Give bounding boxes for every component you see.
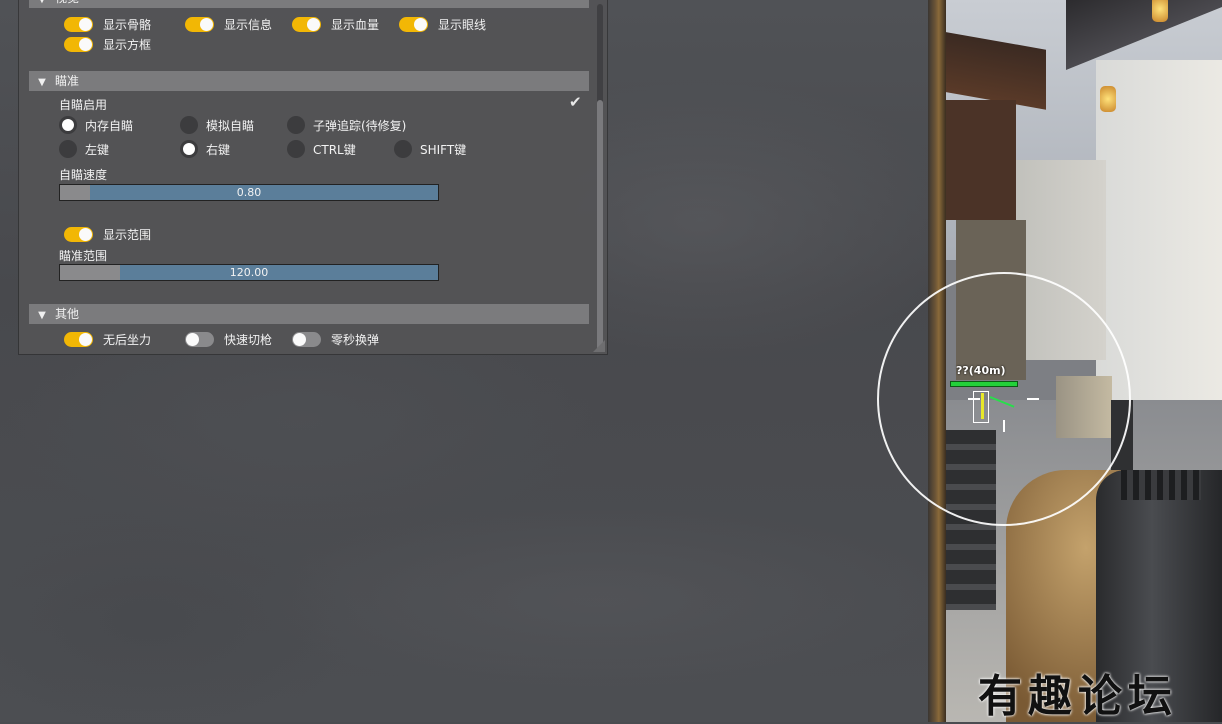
scrollbar[interactable] <box>597 4 603 350</box>
section-header-other[interactable]: ▼ 其他 <box>29 304 589 324</box>
auto-aim-label: 自瞄启用 <box>59 98 108 112</box>
toggle-switch[interactable] <box>292 16 321 32</box>
enemy-skeleton <box>981 393 984 419</box>
slider-fill <box>60 265 121 280</box>
radio-memory-aim[interactable]: 内存自瞄 <box>59 115 133 135</box>
scene-eaves-left <box>946 100 1016 220</box>
enemy-health-bar <box>950 381 1018 387</box>
toggle-switch[interactable] <box>64 36 93 52</box>
checkmark-icon[interactable]: ✔ <box>569 93 582 111</box>
radio-button[interactable] <box>287 116 305 134</box>
aim-range-value: 120.00 <box>229 266 269 279</box>
toggle-fast-switch[interactable]: 快速切枪 <box>185 329 272 349</box>
section-header-aim[interactable]: ▼ 瞄准 <box>29 71 589 91</box>
toggle-switch[interactable] <box>292 331 321 347</box>
resize-grip[interactable] <box>593 340 605 352</box>
radio-key-ctrl[interactable]: CTRL键 <box>287 139 356 159</box>
crosshair-bottom <box>1003 420 1005 432</box>
radio-button[interactable] <box>180 140 198 158</box>
radio-simulated-aim[interactable]: 模拟自瞄 <box>180 115 254 135</box>
toggle-show-info[interactable]: 显示信息 <box>185 14 272 34</box>
lantern-icon <box>1152 0 1168 22</box>
radio-button[interactable] <box>59 140 77 158</box>
toggle-no-recoil[interactable]: 无后坐力 <box>64 329 151 349</box>
enemy-distance-label: ??(40m) <box>956 364 1006 377</box>
cheat-menu-panel: ▼视觉 显示骨骼 显示信息 显示血量 显示眼线 显示方框 ▼瞄准 自瞄启用 ✔ … <box>19 0 607 354</box>
aim-speed-label: 自瞄速度 <box>59 168 108 182</box>
toggle-instant-reload[interactable]: 零秒换弹 <box>292 329 379 349</box>
collapse-arrow-icon: ▼ <box>29 0 55 10</box>
toggle-show-health[interactable]: 显示血量 <box>292 14 379 34</box>
toggle-switch[interactable] <box>64 331 93 347</box>
radio-key-left[interactable]: 左键 <box>59 139 109 159</box>
slider-fill <box>60 185 91 200</box>
aim-range-label: 瞄准范围 <box>59 249 108 263</box>
section-header-visual[interactable]: ▼视觉 <box>29 0 589 8</box>
aim-speed-value: 0.80 <box>236 186 262 199</box>
aim-speed-slider[interactable]: 0.80 <box>59 184 439 201</box>
toggle-switch[interactable] <box>64 226 93 242</box>
radio-key-shift[interactable]: SHIFT键 <box>394 139 466 159</box>
radio-key-right[interactable]: 右键 <box>180 139 230 159</box>
toggle-switch[interactable] <box>64 16 93 32</box>
weapon-rail <box>1121 470 1201 500</box>
aim-range-slider[interactable]: 120.00 <box>59 264 439 281</box>
scrollbar-thumb[interactable] <box>597 100 603 350</box>
lantern-icon <box>1100 86 1116 112</box>
crosshair-right <box>1027 398 1039 400</box>
watermark-text: 有趣论坛 <box>978 671 1178 722</box>
radio-bullet-tracking[interactable]: 子弹追踪(待修复) <box>287 115 406 135</box>
crosshair-left <box>968 398 980 400</box>
toggle-show-range[interactable]: 显示范围 <box>64 224 151 244</box>
toggle-show-skeleton[interactable]: 显示骨骼 <box>64 14 151 34</box>
radio-button[interactable] <box>287 140 305 158</box>
aim-fov-circle <box>877 272 1131 526</box>
radio-button[interactable] <box>394 140 412 158</box>
toggle-show-box[interactable]: 显示方框 <box>64 34 151 54</box>
collapse-arrow-icon: ▼ <box>38 310 46 321</box>
collapse-arrow-icon: ▼ <box>38 77 46 88</box>
radio-button[interactable] <box>180 116 198 134</box>
toggle-show-eyeline[interactable]: 显示眼线 <box>399 14 486 34</box>
toggle-switch[interactable] <box>399 16 428 32</box>
toggle-switch[interactable] <box>185 331 214 347</box>
toggle-switch[interactable] <box>185 16 214 32</box>
radio-button[interactable] <box>59 116 77 134</box>
